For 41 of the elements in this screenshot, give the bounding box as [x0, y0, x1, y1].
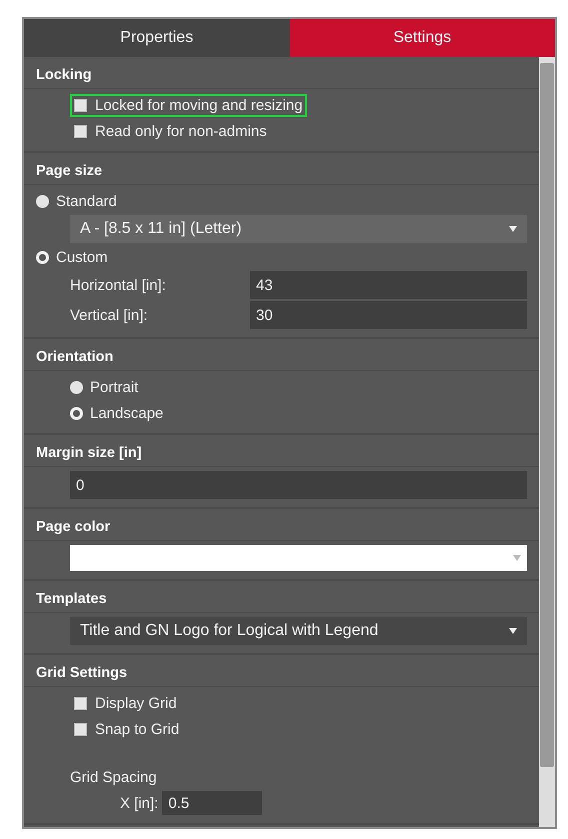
radio-button[interactable]: [36, 194, 49, 208]
input-field[interactable]: 0.5: [162, 791, 262, 815]
scrollbar[interactable]: [539, 57, 555, 827]
section-header: Page color: [24, 513, 539, 541]
field-label: Horizontal [in]:: [70, 276, 167, 294]
field-label: X [in]:: [120, 794, 158, 812]
dropdown[interactable]: Title and GN Logo for Logical with Legend: [70, 617, 527, 645]
checkbox[interactable]: [74, 124, 87, 138]
checkbox-option[interactable]: Locked for moving and resizing: [70, 94, 307, 116]
scrollbar-thumb[interactable]: [540, 63, 554, 767]
radio-button[interactable]: [70, 406, 83, 420]
caret-icon: [513, 555, 521, 561]
radio-label: Standard: [56, 192, 117, 210]
color-field[interactable]: [70, 545, 527, 571]
input-field[interactable]: 30: [250, 301, 527, 329]
section-header: Grid Settings: [24, 659, 539, 687]
radio-button[interactable]: [36, 250, 49, 264]
input-field[interactable]: 0: [70, 471, 527, 499]
checkbox-option[interactable]: Display Grid: [70, 692, 181, 714]
section-header: Locking: [24, 61, 539, 89]
tab[interactable]: Settings: [290, 19, 555, 57]
section-header: Orientation: [24, 343, 539, 371]
radio-label: Portrait: [90, 378, 138, 396]
input-field[interactable]: 43: [250, 271, 527, 299]
section-header: Page size: [24, 157, 539, 185]
section-header: Margin size [in]: [24, 439, 539, 467]
radio-label: Custom: [56, 248, 108, 266]
checkbox-option[interactable]: Snap to Grid: [70, 718, 184, 740]
section-header: Templates: [24, 585, 539, 613]
caret-icon: [509, 226, 517, 232]
caret-icon: [509, 628, 517, 634]
checkbox[interactable]: [74, 696, 87, 710]
checkbox-option[interactable]: Read only for non-admins: [70, 120, 271, 142]
tab[interactable]: Properties: [24, 19, 290, 57]
radio-label: Landscape: [90, 404, 164, 422]
checkbox[interactable]: [74, 722, 87, 736]
checkbox[interactable]: [74, 98, 87, 112]
dropdown[interactable]: A - [8.5 x 11 in] (Letter): [70, 215, 527, 243]
radio-button[interactable]: [70, 380, 83, 394]
field-label: Vertical [in]:: [70, 306, 149, 324]
grid-spacing-label: Grid Spacing: [70, 768, 157, 786]
